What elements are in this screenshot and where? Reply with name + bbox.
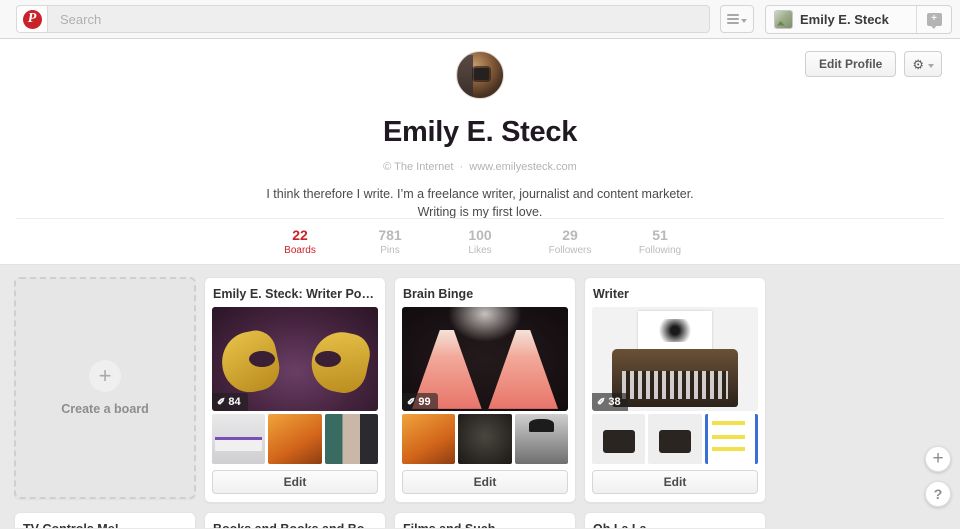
board-cover-image[interactable]: ✐ 84: [212, 307, 378, 411]
plus-icon: +: [89, 359, 121, 392]
pin-count: 99: [418, 396, 431, 408]
stat-following-label: Following: [638, 244, 682, 256]
stat-pins[interactable]: 781 Pins: [345, 227, 435, 255]
thumbnail-typewriter-a[interactable]: [592, 414, 646, 464]
help-button[interactable]: ?: [925, 481, 951, 507]
user-name-label: Emily E. Steck: [800, 11, 889, 27]
pin-count-badge: ✐ 38: [592, 393, 628, 411]
board-title: Oh La La: [593, 522, 758, 528]
stat-following-count: 51: [652, 227, 668, 244]
profile-website-link[interactable]: www.emilyesteck.com: [469, 161, 577, 173]
chevron-down-icon: [741, 18, 747, 23]
board-edit-button[interactable]: Edit: [402, 470, 568, 494]
thumbnail-wordpress-plugins[interactable]: [212, 414, 266, 464]
stat-boards[interactable]: 22 Boards: [255, 227, 345, 255]
pin-icon: ✐: [597, 396, 606, 408]
board-card[interactable]: Books and Books and Books: [204, 512, 386, 528]
user-menu-group: Emily E. Steck +: [765, 4, 952, 34]
board-card[interactable]: Films and Such: [394, 512, 576, 528]
pin-icon: ✐: [217, 396, 226, 408]
add-pin-button[interactable]: +: [925, 446, 951, 472]
page-title: Emily E. Steck: [382, 116, 578, 148]
board-title: Films and Such: [403, 522, 568, 528]
messages-button[interactable]: +: [916, 5, 951, 33]
gear-icon: ⚙: [912, 56, 924, 72]
boards-grid-area: + Create a board Emily E. Steck: Writer …: [0, 265, 960, 528]
board-edit-button[interactable]: Edit: [212, 470, 378, 494]
board-card[interactable]: Brain Binge ✐ 99 Edit: [394, 277, 576, 503]
create-board-label: Create a board: [61, 401, 149, 416]
pinterest-profile-page: P Search Emily E. Steck + Edit Profile ⚙: [0, 0, 960, 529]
stat-boards-count: 22: [292, 227, 308, 244]
board-title: Books and Books and Books: [213, 522, 378, 528]
avatar[interactable]: [456, 51, 504, 99]
user-menu-button[interactable]: Emily E. Steck: [766, 6, 916, 33]
board-thumbnails: [212, 414, 378, 464]
board-title: TV Controls Me!: [23, 522, 188, 528]
thumbnail-dark-confetti[interactable]: [458, 414, 512, 464]
profile-panel: Edit Profile ⚙ Emily E. Steck © The Inte…: [0, 39, 960, 265]
meta-separator: ·: [459, 161, 464, 173]
stat-boards-label: Boards: [284, 244, 316, 256]
stat-likes-label: Likes: [468, 244, 492, 256]
stat-followers-label: Followers: [548, 244, 592, 256]
stat-likes[interactable]: 100 Likes: [435, 227, 525, 255]
thumbnail-typewriter-b[interactable]: [648, 414, 702, 464]
stat-pins-count: 781: [378, 227, 402, 244]
board-card[interactable]: Emily E. Steck: Writer Portfolio ✐ 84: [204, 277, 386, 503]
profile-location: The Internet: [394, 161, 454, 173]
message-bubble-icon: +: [926, 12, 942, 29]
pin-icon: ✐: [407, 396, 416, 408]
board-title: Emily E. Steck: Writer Portfolio: [213, 287, 378, 301]
profile-about-text: I think therefore I write. I’m a freelan…: [266, 187, 694, 220]
pinterest-logo-icon: P: [22, 9, 42, 29]
stat-pins-label: Pins: [380, 244, 400, 256]
board-card[interactable]: TV Controls Me! Buffy ✐ 40 Edi: [14, 512, 196, 528]
stat-following[interactable]: 51 Following: [615, 227, 705, 255]
chevron-down-icon: [928, 63, 934, 68]
pin-count-badge: ✐ 99: [402, 393, 438, 411]
hamburger-icon: [727, 14, 739, 24]
pinterest-logo-button[interactable]: P: [16, 5, 48, 33]
stat-followers[interactable]: 29 Followers: [525, 227, 615, 255]
board-card[interactable]: Oh La La: [584, 512, 766, 528]
pin-count: 84: [228, 396, 241, 408]
board-cover-image[interactable]: ✐ 99: [402, 307, 568, 411]
thumbnail-highlighted-document[interactable]: [704, 414, 758, 464]
pin-count: 38: [608, 396, 621, 408]
stat-followers-count: 29: [562, 227, 578, 244]
boards-grid: + Create a board Emily E. Steck: Writer …: [14, 277, 946, 528]
edit-profile-button[interactable]: Edit Profile: [805, 51, 897, 77]
board-cover-image[interactable]: ✐ 38: [592, 307, 758, 411]
location-pin-icon: ©: [383, 161, 392, 173]
search-placeholder: Search: [60, 11, 102, 27]
board-title: Writer: [593, 287, 629, 301]
stat-likes-count: 100: [468, 227, 492, 244]
thumbnail-bowler-hat-man[interactable]: [514, 414, 568, 464]
search-input[interactable]: Search: [48, 5, 710, 33]
board-edit-button[interactable]: Edit: [592, 470, 758, 494]
board-card[interactable]: Writer ✐ 38 Edit: [584, 277, 766, 503]
profile-meta: © The Internet · www.emilyesteck.com: [0, 161, 960, 173]
top-navigation-bar: P Search Emily E. Steck +: [0, 0, 960, 39]
profile-actions: Edit Profile ⚙: [805, 51, 942, 77]
settings-menu-button[interactable]: ⚙: [904, 51, 942, 77]
thumbnail-book-challenge[interactable]: [268, 414, 322, 464]
board-thumbnails: [402, 414, 568, 464]
create-board-card[interactable]: + Create a board: [14, 277, 196, 499]
pin-count-badge: ✐ 84: [212, 393, 248, 411]
board-title: Brain Binge: [403, 287, 474, 301]
user-avatar-icon: [774, 9, 793, 29]
profile-stats-bar: 22 Boards 781 Pins 100 Likes 29 Follower…: [16, 218, 944, 264]
search-filter-button[interactable]: [720, 5, 754, 33]
board-thumbnails: [592, 414, 758, 464]
thumbnail-book-challenge[interactable]: [402, 414, 456, 464]
thumbnail-people-portraits[interactable]: [324, 414, 378, 464]
